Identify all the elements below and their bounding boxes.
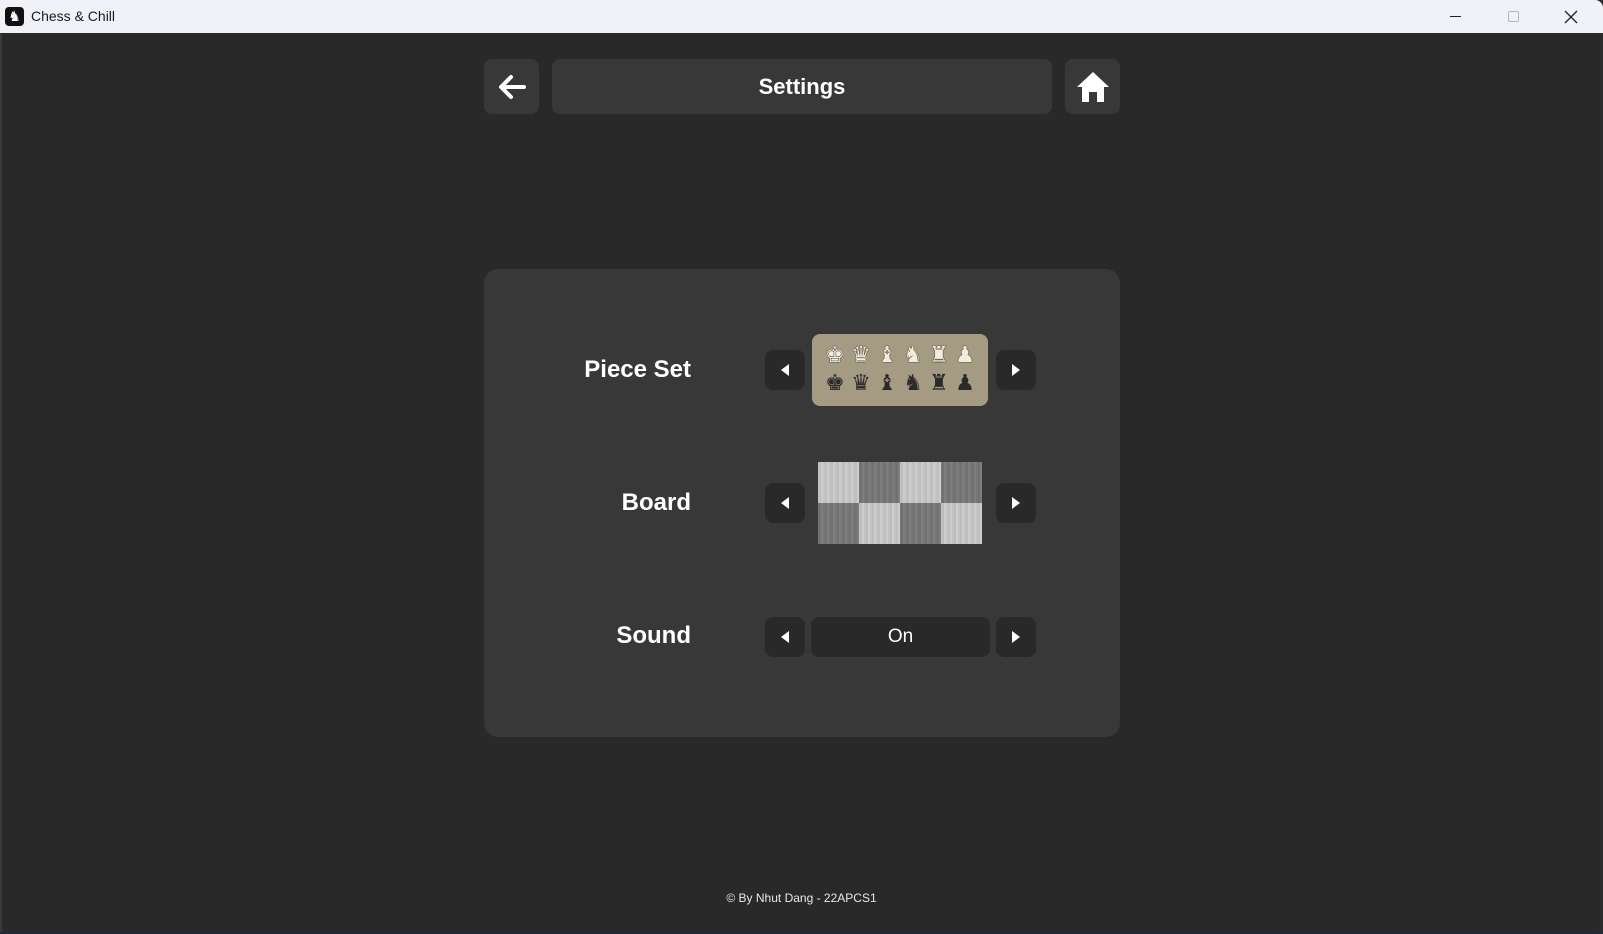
home-button[interactable] bbox=[1065, 59, 1120, 114]
arrow-left-icon bbox=[498, 74, 526, 99]
caret-right-icon bbox=[1012, 631, 1020, 643]
board-square-dark bbox=[818, 503, 859, 544]
caret-left-icon bbox=[781, 364, 789, 376]
board-preview bbox=[818, 462, 982, 544]
black-pawn-icon: ♟ bbox=[955, 371, 975, 396]
board-square-light bbox=[941, 503, 982, 544]
piece-set-label: Piece Set bbox=[584, 356, 691, 383]
board-next-button[interactable] bbox=[996, 483, 1036, 523]
page-title: Settings bbox=[552, 59, 1052, 114]
board-square-dark bbox=[941, 462, 982, 503]
caret-right-icon bbox=[1012, 364, 1020, 376]
minimize-button[interactable] bbox=[1426, 0, 1484, 33]
sound-next-button[interactable] bbox=[996, 617, 1036, 657]
maximize-button[interactable] bbox=[1484, 0, 1542, 33]
caret-right-icon bbox=[1012, 497, 1020, 509]
white-king-icon: ♚ bbox=[825, 343, 845, 368]
window-title: Chess & Chill bbox=[31, 8, 116, 24]
close-icon bbox=[1564, 10, 1578, 23]
piece-set-prev-button[interactable] bbox=[765, 350, 805, 390]
close-button[interactable] bbox=[1542, 0, 1600, 33]
footer-credit: © By Nhut Dang - 22APCS1 bbox=[726, 891, 877, 905]
black-queen-icon: ♛ bbox=[851, 371, 871, 396]
white-knight-icon: ♞ bbox=[903, 343, 923, 368]
black-rook-icon: ♜ bbox=[929, 371, 949, 396]
board-square-light bbox=[900, 462, 941, 503]
home-icon bbox=[1076, 71, 1109, 102]
board-label: Board bbox=[621, 489, 691, 516]
board-prev-button[interactable] bbox=[765, 483, 805, 523]
board-square-dark bbox=[859, 462, 900, 503]
sound-label: Sound bbox=[616, 622, 691, 649]
title-bar: ♞ Chess & Chill bbox=[0, 0, 1603, 33]
white-bishop-icon: ♝ bbox=[877, 343, 897, 368]
board-square-light bbox=[859, 503, 900, 544]
back-button[interactable] bbox=[484, 59, 539, 114]
white-queen-icon: ♛ bbox=[851, 343, 871, 368]
sound-prev-button[interactable] bbox=[765, 617, 805, 657]
black-knight-icon: ♞ bbox=[903, 371, 923, 396]
board-square-dark bbox=[900, 503, 941, 544]
sound-value: On bbox=[811, 617, 990, 657]
caret-left-icon bbox=[781, 631, 789, 643]
piece-set-preview: ♚ ♛ ♝ ♞ ♜ ♟ ♚ ♛ ♝ ♞ ♜ ♟ bbox=[812, 334, 988, 406]
black-bishop-icon: ♝ bbox=[877, 371, 897, 396]
piece-set-next-button[interactable] bbox=[996, 350, 1036, 390]
maximize-icon bbox=[1507, 11, 1519, 22]
white-pawn-icon: ♟ bbox=[955, 343, 975, 368]
caret-left-icon bbox=[781, 497, 789, 509]
black-king-icon: ♚ bbox=[825, 371, 845, 396]
minimize-icon bbox=[1449, 16, 1461, 17]
board-square-light bbox=[818, 462, 859, 503]
chess-knight-icon: ♞ bbox=[5, 7, 24, 26]
white-rook-icon: ♜ bbox=[929, 343, 949, 368]
